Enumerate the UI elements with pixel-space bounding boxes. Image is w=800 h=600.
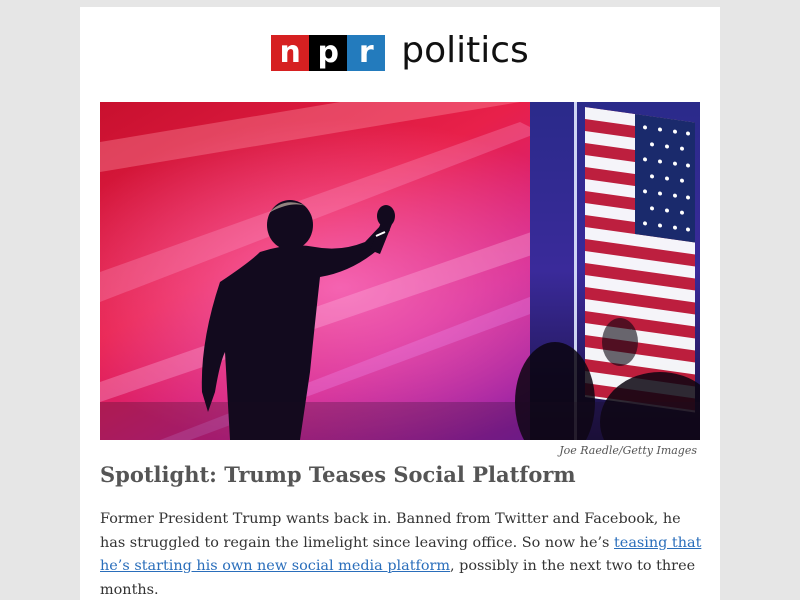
hero-photo-illustration xyxy=(100,102,700,440)
npr-logo-p: p xyxy=(309,35,348,71)
article-headline[interactable]: Spotlight: Trump Teases Social Platform xyxy=(100,459,576,491)
email-card: n p r politics Joe Raedle/Getty Images S… xyxy=(80,7,720,600)
section-name: politics xyxy=(401,30,529,71)
npr-logo-n: n xyxy=(271,35,310,71)
photo-credit: Joe Raedle/Getty Images xyxy=(559,444,697,457)
body-text-before-link: Former President Trump wants back in. Ba… xyxy=(100,511,681,551)
hero-image[interactable] xyxy=(100,102,700,440)
npr-logo-r: r xyxy=(347,35,386,71)
article-body: Former President Trump wants back in. Ba… xyxy=(100,508,705,600)
npr-logo[interactable]: n p r xyxy=(271,35,386,71)
masthead[interactable]: n p r politics xyxy=(80,33,720,73)
